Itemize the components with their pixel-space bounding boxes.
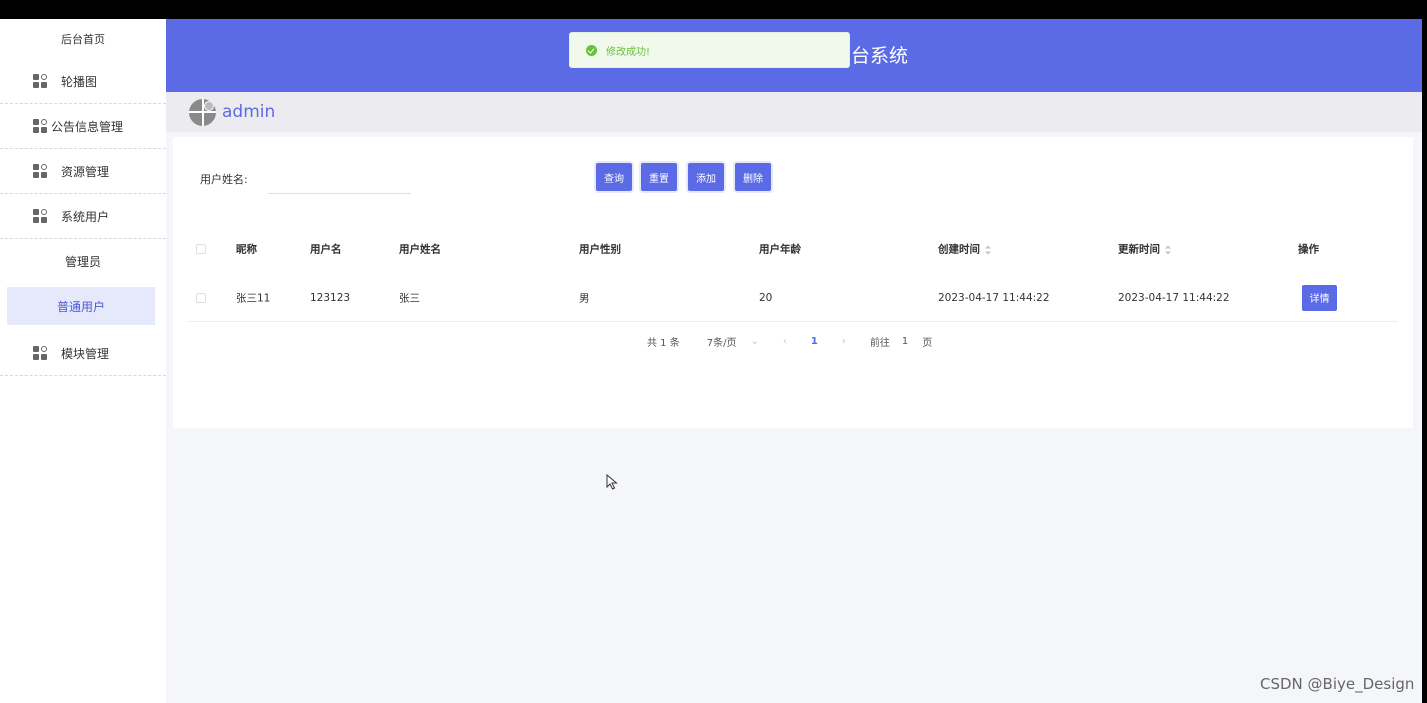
- watermark: CSDN @Biye_Design: [1260, 675, 1415, 693]
- next-page-icon[interactable]: ›: [842, 336, 846, 347]
- sidebar-subitem-admins[interactable]: 管理员: [0, 239, 166, 284]
- row-checkbox[interactable]: [196, 292, 206, 303]
- sidebar-item-label: 后台首页: [61, 33, 105, 46]
- add-button[interactable]: 添加: [688, 163, 724, 191]
- sort-caret-icon[interactable]: [985, 245, 991, 254]
- sidebar-item-modules[interactable]: 模块管理: [0, 331, 166, 376]
- column-header: 用户年龄: [759, 243, 801, 256]
- check-circle-icon: [586, 44, 597, 56]
- select-all-checkbox[interactable]: [196, 244, 206, 254]
- column-header-label: 创建时间: [938, 243, 980, 256]
- sidebar-item-resource[interactable]: 资源管理: [0, 149, 166, 194]
- cell-nickname: 张三11: [236, 292, 271, 304]
- search-label: 用户姓名:: [200, 173, 248, 186]
- column-header: 用户姓名: [399, 243, 441, 256]
- column-header-label: 更新时间: [1118, 243, 1160, 256]
- prev-page-icon[interactable]: ‹: [783, 336, 787, 347]
- toast-message: 修改成功!: [606, 46, 651, 58]
- sidebar-item-notice[interactable]: 公告信息管理: [0, 104, 166, 149]
- grid-icon: [33, 209, 47, 223]
- page-size-select[interactable]: 7条/页: [707, 334, 737, 349]
- goto-prefix: 前往: [869, 337, 890, 349]
- column-header: 昵称: [236, 243, 257, 256]
- sidebar-item-label: 系统用户: [61, 209, 110, 224]
- sidebar: 后台首页 轮播图 公告信息管理 资源管理 系统用户 管理员 普通用户 模块管理: [0, 19, 166, 703]
- column-header: 用户性别: [579, 243, 621, 256]
- goto-suffix: 页: [922, 337, 933, 349]
- app-screen: 后台首页 轮播图 公告信息管理 资源管理 系统用户 管理员 普通用户 模块管理: [0, 19, 1422, 703]
- cell-gender: 男: [579, 292, 590, 304]
- grid-icon: [33, 164, 47, 178]
- avatar[interactable]: [189, 98, 216, 126]
- cell-created: 2023-04-17 11:44:22: [938, 291, 1050, 304]
- cell-username: 123123: [310, 291, 351, 304]
- username[interactable]: admin: [222, 102, 275, 122]
- reset-button[interactable]: 重置: [641, 163, 677, 191]
- sidebar-item-label: 普通用户: [56, 299, 105, 314]
- grid-icon: [33, 119, 47, 133]
- page-number-current[interactable]: 1: [811, 336, 818, 347]
- column-header: 用户名: [310, 243, 342, 256]
- sidebar-item-label: 管理员: [64, 255, 101, 269]
- sidebar-item-system-users[interactable]: 系统用户: [0, 194, 166, 239]
- users-table: 昵称 用户名 用户姓名 用户性别 用户年龄 创建时间 更新时间 操作 张三11 …: [187, 224, 1398, 322]
- goto-page-input[interactable]: 1: [902, 336, 908, 347]
- sidebar-item-home[interactable]: 后台首页: [0, 19, 166, 59]
- column-header-created[interactable]: 创建时间: [938, 242, 991, 257]
- detail-button[interactable]: 详情: [1302, 284, 1337, 311]
- delete-button[interactable]: 删除: [735, 163, 771, 191]
- grid-icon: [33, 346, 47, 360]
- pagination-total: 共 1 条: [647, 337, 680, 349]
- sidebar-item-label: 轮播图: [61, 74, 98, 89]
- cell-age: 20: [759, 291, 773, 304]
- cell-updated: 2023-04-17 11:44:22: [1118, 291, 1230, 304]
- cell-realname: 张三: [399, 292, 420, 304]
- search-input[interactable]: [268, 162, 411, 194]
- query-button[interactable]: 查询: [596, 163, 632, 191]
- grid-icon: [33, 74, 47, 88]
- sidebar-item-label: 资源管理: [61, 164, 110, 179]
- sort-caret-icon[interactable]: [1165, 245, 1171, 254]
- table-row: 张三11 123123 张三 男 20 2023-04-17 11:44:22 …: [187, 274, 1398, 322]
- page-title: 台系统: [851, 45, 909, 67]
- column-header: 操作: [1298, 243, 1319, 256]
- sidebar-item-label: 模块管理: [61, 346, 110, 361]
- user-bar: admin: [166, 92, 1422, 132]
- pagination: 共 1 条 7条/页 ⌄ ‹ 1 › 前往 1 页: [647, 333, 932, 349]
- mouse-cursor-icon: [606, 474, 618, 490]
- column-header-updated[interactable]: 更新时间: [1118, 242, 1171, 257]
- success-toast: 修改成功!: [569, 32, 850, 68]
- chevron-down-icon[interactable]: ⌄: [750, 336, 758, 347]
- sidebar-item-label: 公告信息管理: [51, 119, 124, 134]
- sidebar-item-carousel[interactable]: 轮播图: [0, 59, 166, 104]
- content-card: 用户姓名: 查询 重置 添加 删除 昵称 用户名 用户姓名 用户性别 用户年龄 …: [173, 137, 1413, 428]
- table-header-row: 昵称 用户名 用户姓名 用户性别 用户年龄 创建时间 更新时间 操作: [187, 224, 1398, 274]
- sidebar-subitem-normal-users[interactable]: 普通用户: [7, 287, 155, 325]
